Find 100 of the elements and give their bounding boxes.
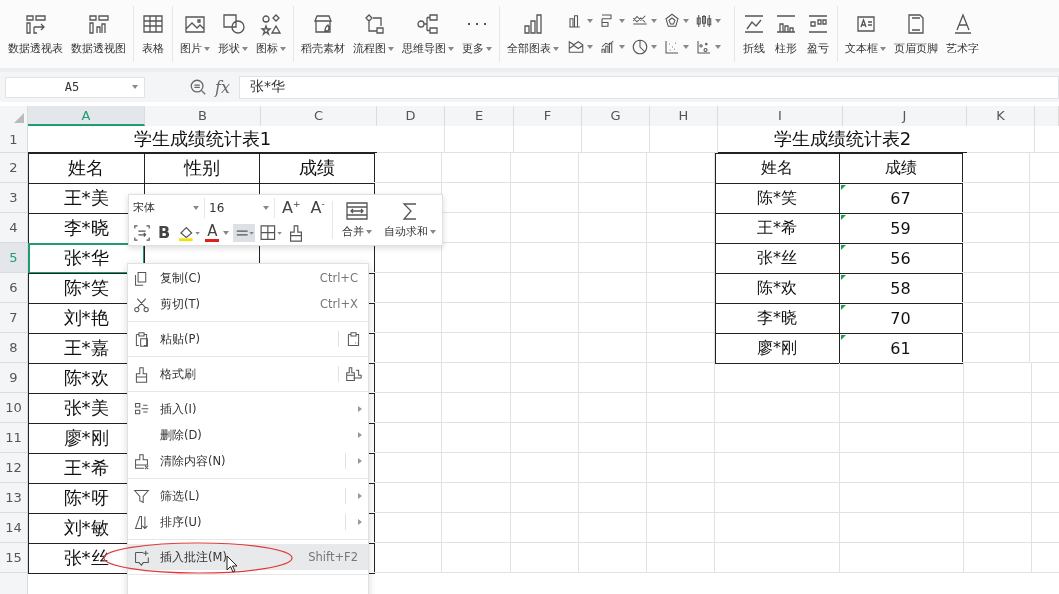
column-header[interactable]: J [843, 106, 967, 126]
grid-cell [647, 393, 715, 423]
autosum-button[interactable]: 自动求和 [378, 195, 442, 245]
align-icon[interactable] [233, 223, 256, 242]
column-header[interactable]: D [377, 106, 445, 126]
grid-cell [579, 543, 647, 573]
font-select[interactable]: 宋体 [133, 197, 205, 218]
row-header[interactable]: 2 [0, 153, 28, 183]
row-header[interactable]: 3 [0, 183, 28, 213]
toolbar-button[interactable]: 思维导图 [398, 0, 458, 68]
toolbar-button[interactable]: 数据透视表 [4, 0, 67, 68]
merge-button[interactable]: 合并 [336, 195, 378, 245]
toolbar-button[interactable]: 流程图 [349, 0, 398, 68]
table-title: 学生成绩统计表2 [718, 126, 967, 153]
menu-item[interactable]: 插入批注(M) Shift+F2 [128, 544, 368, 570]
caret-icon [715, 45, 721, 49]
function-label[interactable]: fx [215, 77, 230, 97]
store-icon [311, 12, 335, 36]
row-header[interactable]: 15 [0, 543, 28, 573]
column-header[interactable]: G [582, 106, 650, 126]
caret-icon [193, 205, 199, 210]
grid-cell [647, 513, 715, 543]
name-box[interactable]: A5 [5, 76, 145, 98]
row-header[interactable]: 12 [0, 453, 28, 483]
row-header[interactable]: 1 [0, 126, 28, 153]
paste-options-icon[interactable] [345, 330, 362, 348]
toolbar-button[interactable]: 形状 [214, 0, 252, 68]
grid-cell [647, 273, 715, 303]
row-header[interactable]: 10 [0, 393, 28, 423]
decrease-font-button[interactable]: A$^{-}$ [307, 198, 328, 217]
row-header[interactable]: 13 [0, 483, 28, 513]
toolbar-button[interactable]: 稻壳素材 [297, 0, 349, 68]
column-header[interactable]: I [718, 106, 843, 126]
grid-cell [374, 303, 442, 333]
font-size-select[interactable]: 16 [209, 197, 275, 218]
pivot-icon [23, 12, 48, 36]
font-color-button[interactable]: A [205, 223, 220, 242]
zoom-icon[interactable] [189, 78, 207, 96]
caret-icon [430, 229, 436, 234]
row-header[interactable]: 6 [0, 273, 28, 303]
toolbar-button[interactable]: 表格 [137, 0, 169, 68]
grid-cell [511, 423, 579, 453]
row-header[interactable]: 9 [0, 363, 28, 393]
toolbar-button[interactable]: 图片 [176, 0, 214, 68]
toolbar-button[interactable]: 数据透视图 [67, 0, 130, 68]
column-header[interactable]: E [445, 106, 514, 126]
grid-cell [511, 453, 579, 483]
grid-cell [442, 363, 511, 393]
bold-button[interactable]: B [155, 223, 174, 242]
grid-cell [647, 183, 715, 213]
row-header[interactable]: 4 [0, 213, 28, 243]
caret-icon [715, 19, 721, 23]
toolbar-button[interactable]: 更多 [458, 0, 496, 68]
grid-cell [442, 513, 511, 543]
formula-field[interactable]: 张*华 [238, 75, 1059, 99]
toolbar-button[interactable]: 文本框 [841, 0, 890, 68]
caret-icon [587, 45, 593, 49]
toolbar-button[interactable]: 页眉页脚 [890, 0, 942, 68]
row-header[interactable]: 11 [0, 423, 28, 453]
grid-cell [647, 543, 715, 573]
grid-cell [579, 513, 647, 543]
chart-icon [521, 12, 545, 36]
fit-icon[interactable] [133, 223, 151, 242]
brush-icon[interactable] [345, 365, 362, 383]
row-header[interactable]: 7 [0, 303, 28, 333]
pivotchart-icon [86, 12, 111, 36]
caret-icon [651, 19, 657, 23]
grid-cell [964, 423, 1032, 453]
grid-cell [442, 333, 511, 363]
grid-cell [511, 153, 579, 183]
grid-cell [967, 126, 1035, 153]
caret-icon [448, 46, 454, 51]
column-header[interactable]: K [967, 106, 1035, 126]
table-cell: 58 [838, 272, 963, 304]
column-header[interactable]: F [514, 106, 582, 126]
merge-cells-icon [345, 201, 369, 221]
toolbar-button[interactable]: 图标 [252, 0, 290, 68]
grid-cell [647, 303, 715, 333]
grid-cell [964, 513, 1032, 543]
grid-cell [514, 126, 582, 153]
grid-cell [579, 303, 647, 333]
column-header[interactable]: C [261, 106, 377, 126]
toolbar-button[interactable]: 全部图表 [503, 0, 563, 68]
grid-cell [511, 363, 579, 393]
column-header[interactable]: H [650, 106, 718, 126]
row-header[interactable]: 14 [0, 513, 28, 543]
toolbar-button[interactable]: 柱形 [770, 0, 802, 68]
table-cell: 59 [838, 212, 963, 244]
column-header[interactable]: B [145, 106, 261, 126]
increase-font-button[interactable]: A$^{+}$ [279, 198, 304, 217]
toolbar-button[interactable]: 折线 [738, 0, 770, 68]
grid-cell [962, 273, 1030, 303]
toolbar-button[interactable]: 盈亏 [802, 0, 834, 68]
grid-cell [962, 333, 1030, 363]
caret-icon [683, 45, 689, 49]
row-header[interactable]: 8 [0, 333, 28, 363]
border-icon[interactable] [259, 223, 284, 242]
submenu-arrow-icon [358, 493, 362, 499]
cut-icon [133, 295, 150, 313]
toolbar-button[interactable]: 艺术字 [942, 0, 983, 68]
